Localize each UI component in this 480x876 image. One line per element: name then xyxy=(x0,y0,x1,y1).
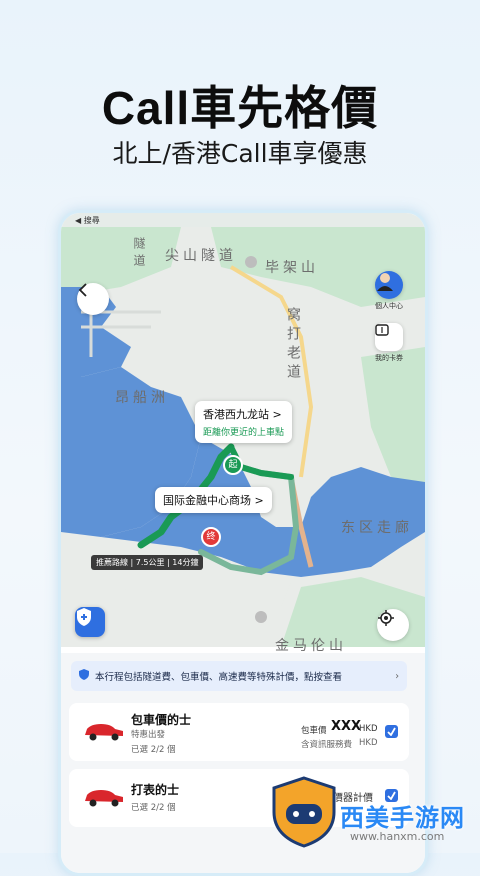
chevron-right-icon: › xyxy=(395,670,399,682)
check-icon xyxy=(387,727,396,736)
map-view[interactable]: 尖山隧道 隧道 毕架山 窝打老道 昂船洲 东区走廊 金马伦山 個人中心 我的卡券… xyxy=(61,227,425,654)
safety-button[interactable] xyxy=(75,607,105,637)
map-label-stonecutters: 昂船洲 xyxy=(115,390,169,406)
wallet-label: 我的卡券 xyxy=(375,354,403,362)
watermark-text: 西美手游网 xyxy=(340,804,465,832)
avatar-label: 個人中心 xyxy=(375,302,403,310)
end-pin[interactable]: 终 xyxy=(201,527,221,547)
red-taxi-icon xyxy=(85,724,123,741)
option-selected: 已選 2/2 個 xyxy=(131,745,176,755)
hero-subtitle: 北上/香港Call車享優惠 xyxy=(112,139,368,168)
checkbox-charter-taxi[interactable] xyxy=(385,725,398,738)
chevron-left-icon xyxy=(78,283,87,297)
user-avatar-icon xyxy=(377,273,393,291)
dropoff-callout[interactable]: 国际金融中心商场 > xyxy=(155,487,272,513)
watermark: 西美手游网 www.hanxm.com xyxy=(272,776,480,853)
dropoff-title: 国际金融中心商场 > xyxy=(163,494,264,507)
hero-title: Call車先格價 xyxy=(101,82,379,134)
price-currency: HKD xyxy=(359,724,378,734)
map-label-eastern-corridor: 东区走廊 xyxy=(341,520,413,536)
locate-icon xyxy=(378,610,394,626)
map-label-lion-rock: 尖山隧道 xyxy=(165,248,237,264)
map-label-pat-heung: 毕架山 xyxy=(265,260,319,276)
pickup-callout[interactable]: 香港西九龙站 > 距離你更近的上車點 xyxy=(195,401,293,443)
option-selected: 已選 2/2 個 xyxy=(131,803,176,813)
option-sub: 特惠出發 xyxy=(131,730,166,740)
pickup-title: 香港西九龙站 > xyxy=(203,408,282,421)
coupon-icon xyxy=(375,324,389,336)
watermark-url: www.hanxm.com xyxy=(350,830,445,843)
fee-label: 含資訊服務費 xyxy=(301,740,353,750)
map-label-kam-ma: 金马伦山 xyxy=(275,638,347,654)
back-button[interactable] xyxy=(77,283,109,315)
shield-icon xyxy=(79,669,89,683)
avatar[interactable] xyxy=(375,271,403,299)
map-label-tunnel: 隧道 xyxy=(132,237,146,271)
start-pin[interactable]: 起 xyxy=(223,455,243,475)
option-title: 包車價的士 xyxy=(131,713,192,727)
option-title: 打表的士 xyxy=(131,783,180,797)
price-value: XXX xyxy=(331,719,362,734)
red-taxi-icon xyxy=(85,790,123,807)
status-search-link[interactable]: ◀ 搜尋 xyxy=(75,215,100,226)
gamepad-shield-logo xyxy=(272,776,336,848)
route-badge: 推薦路線 | 7.5公里 | 14分鐘 xyxy=(91,555,204,570)
price-label: 包車價 xyxy=(301,726,327,736)
map-label-waterloo: 窝打老道 xyxy=(285,307,301,383)
option-card-charter-taxi[interactable]: 包車價的士 特惠出發 已選 2/2 個 包車價 XXX HKD 含資訊服務費 H… xyxy=(69,703,409,761)
locate-button[interactable] xyxy=(377,609,409,641)
wallet-button[interactable] xyxy=(375,323,403,351)
pickup-subtitle: 距離你更近的上車點 xyxy=(203,428,285,438)
status-bar: ◀ 搜尋 xyxy=(61,213,425,227)
fee-currency: HKD xyxy=(359,738,378,748)
shield-icon xyxy=(77,608,91,626)
notice-text: 本行程包括隧道費、包車價、高速費等特殊計價，點按查看 xyxy=(95,672,343,683)
notice-banner[interactable]: 本行程包括隧道費、包車價、高速費等特殊計價，點按查看 › xyxy=(71,661,407,691)
